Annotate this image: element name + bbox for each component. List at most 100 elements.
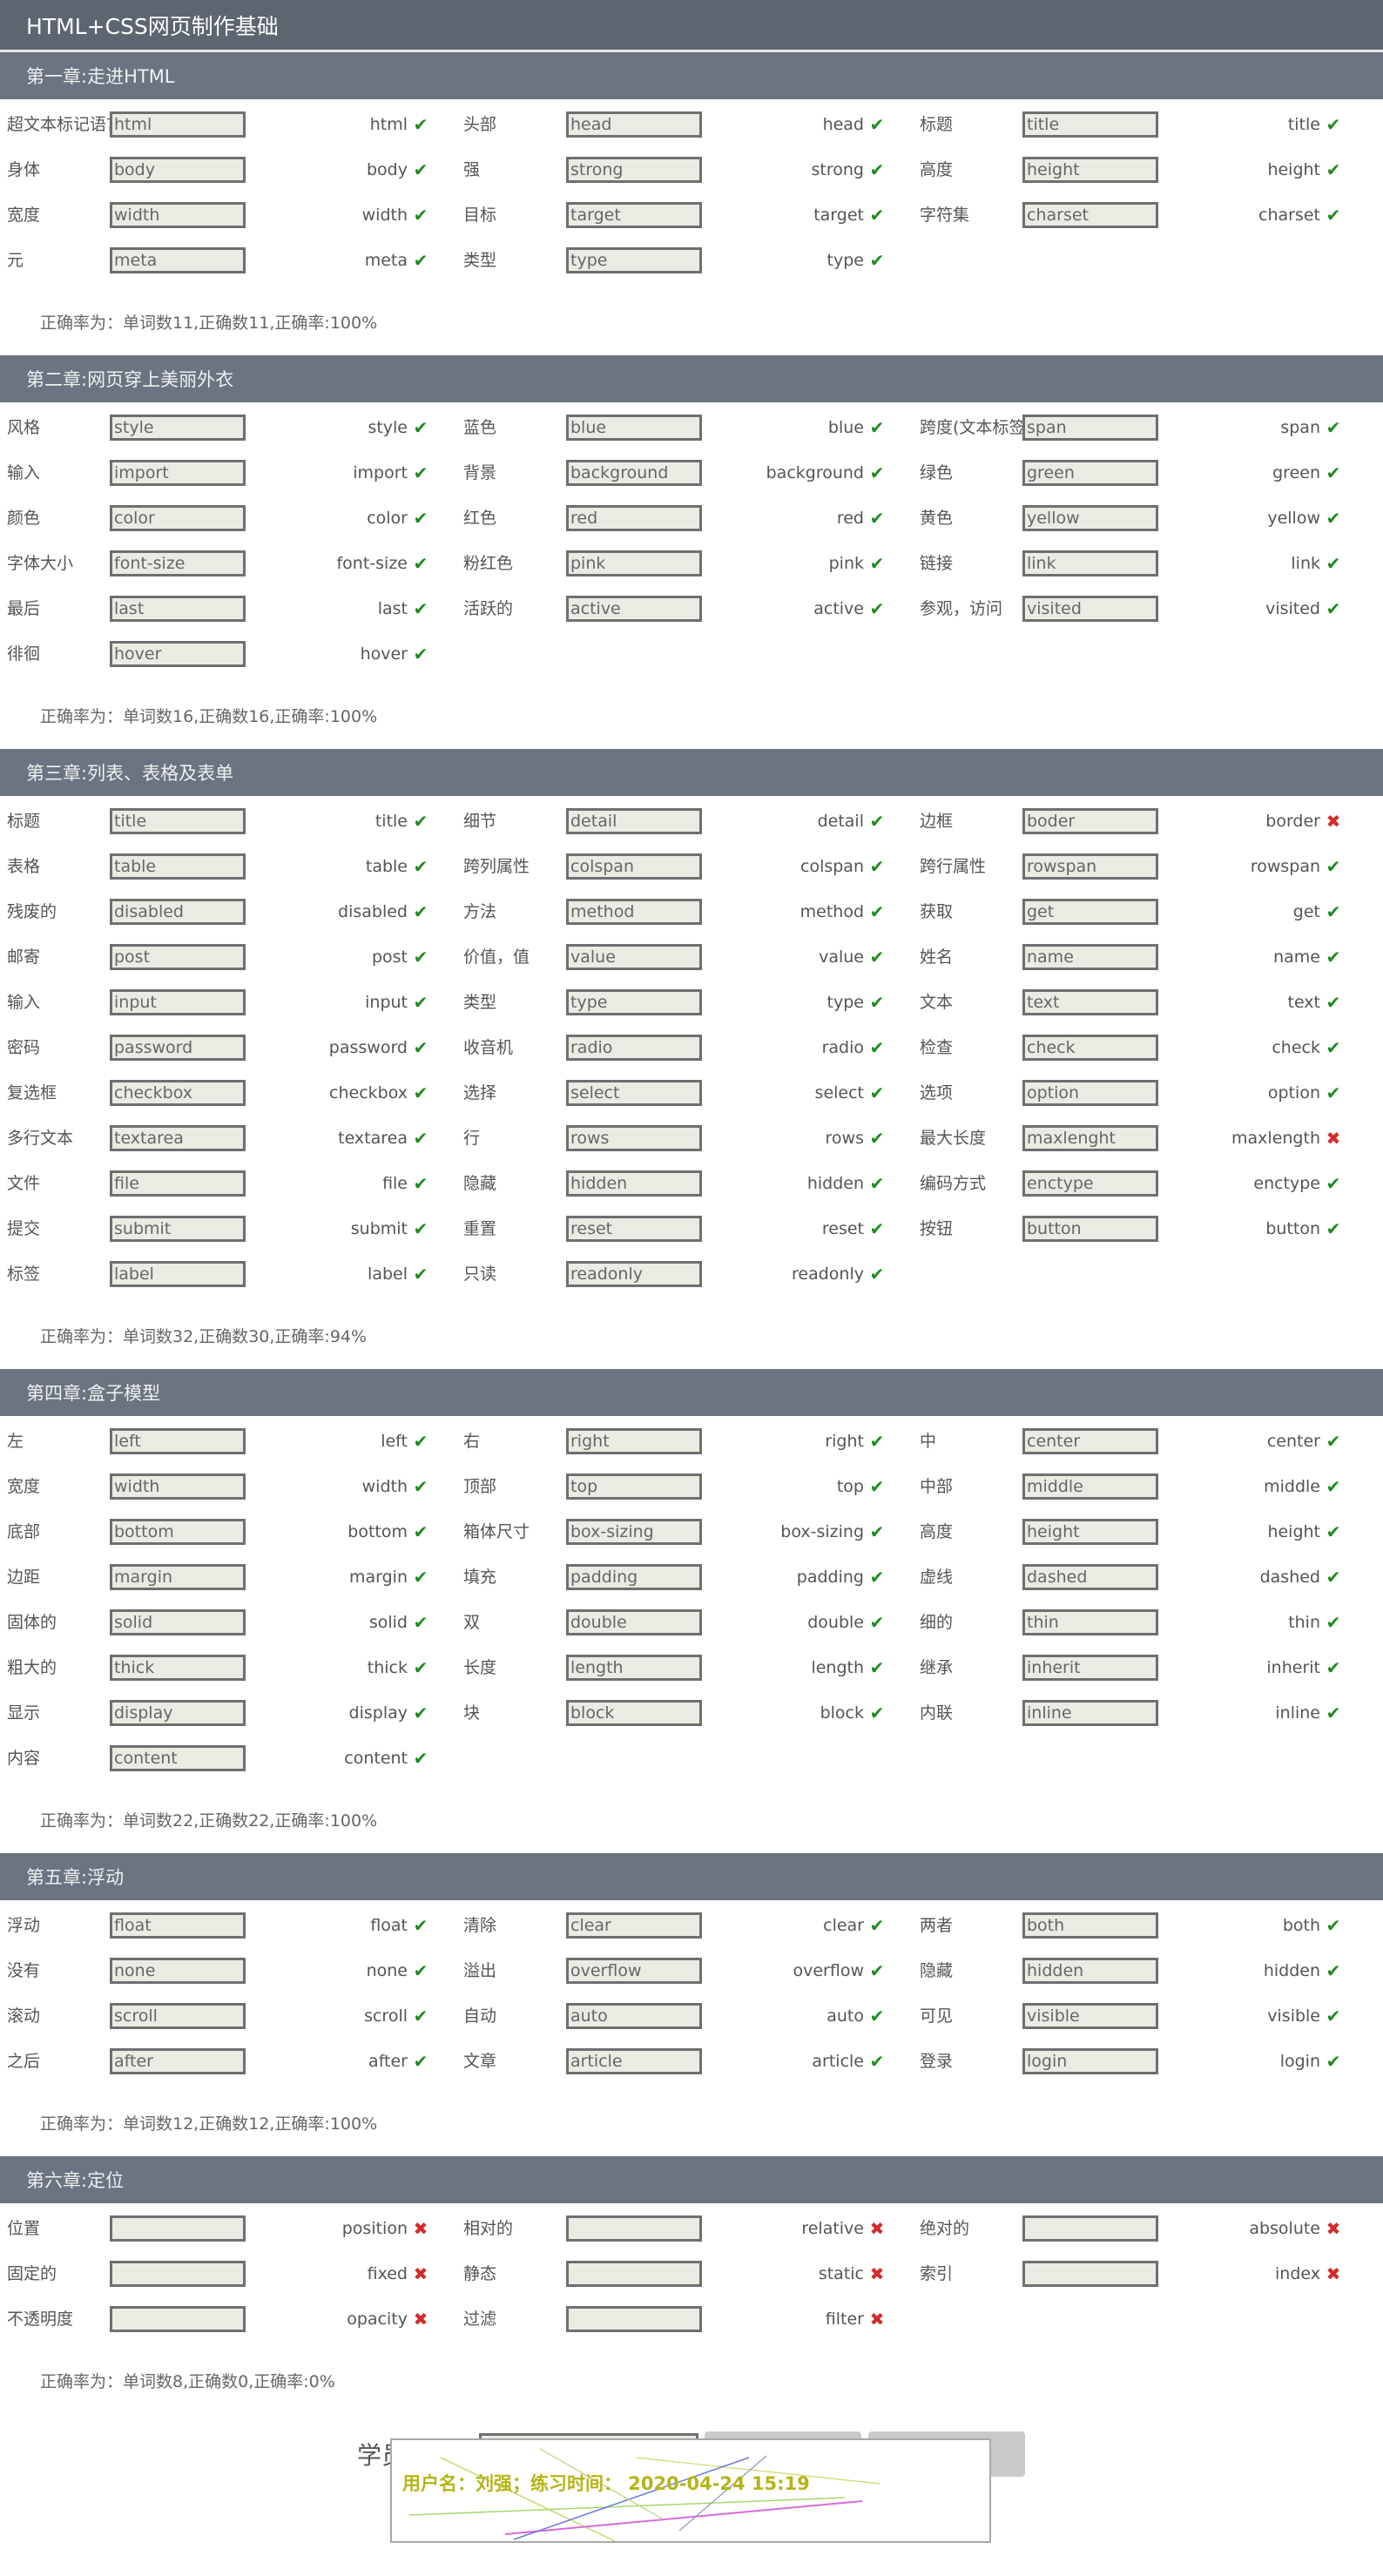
word-answer-input[interactable] [566, 1473, 702, 1500]
word-answer-input[interactable] [566, 2306, 702, 2332]
word-answer-input[interactable] [566, 853, 702, 880]
word-answer-input[interactable] [1022, 2215, 1158, 2242]
word-answer-input[interactable] [566, 1170, 702, 1197]
word-answer-input[interactable] [1022, 202, 1158, 228]
word-answer-input[interactable] [1022, 853, 1158, 880]
word-answer-input[interactable] [110, 641, 246, 667]
word-answer-input[interactable] [110, 247, 246, 273]
word-answer-input[interactable] [566, 989, 702, 1015]
word-answer-input[interactable] [110, 460, 246, 486]
word-answer-input[interactable] [110, 1655, 246, 1681]
word-answer-input[interactable] [566, 1609, 702, 1635]
word-answer-input[interactable] [1022, 2003, 1158, 2029]
word-answer-input[interactable] [110, 550, 246, 577]
word-answer-input[interactable] [110, 596, 246, 622]
word-answer-input[interactable] [110, 1958, 246, 1984]
word-answer-input[interactable] [1022, 944, 1158, 970]
word-answer-input[interactable] [110, 1912, 246, 1939]
word-answer-input[interactable] [1022, 2261, 1158, 2287]
word-answer-input[interactable] [110, 1035, 246, 1061]
word-answer-input[interactable] [1022, 1655, 1158, 1681]
word-answer-input[interactable] [1022, 1216, 1158, 1242]
word-answer-input[interactable] [1022, 1564, 1158, 1590]
word-answer-input[interactable] [1022, 1035, 1158, 1061]
word-answer-input[interactable] [566, 1080, 702, 1106]
word-answer-input[interactable] [110, 1080, 246, 1106]
word-answer-input[interactable] [566, 2048, 702, 2074]
word-answer-input[interactable] [1022, 460, 1158, 486]
word-answer-input[interactable] [566, 1261, 702, 1287]
word-answer-input[interactable] [1022, 1473, 1158, 1500]
word-answer-input[interactable] [566, 2215, 702, 2242]
word-answer-input[interactable] [110, 1700, 246, 1726]
word-answer-input[interactable] [1022, 1170, 1158, 1197]
word-answer-input[interactable] [1022, 157, 1158, 183]
word-answer-input[interactable] [110, 989, 246, 1015]
word-answer-input[interactable] [1022, 1609, 1158, 1635]
word-answer-input[interactable] [110, 2306, 246, 2332]
word-answer-input[interactable] [110, 202, 246, 228]
word-answer-input[interactable] [566, 2003, 702, 2029]
word-answer-input[interactable] [566, 808, 702, 834]
word-answer-input[interactable] [566, 460, 702, 486]
word-answer-input[interactable] [1022, 1080, 1158, 1106]
word-answer-input[interactable] [110, 1745, 246, 1771]
word-answer-input[interactable] [1022, 1958, 1158, 1984]
word-answer-input[interactable] [1022, 989, 1158, 1015]
word-answer-input[interactable] [110, 157, 246, 183]
word-answer-input[interactable] [566, 1125, 702, 1151]
word-answer-input[interactable] [566, 1655, 702, 1681]
word-answer-input[interactable] [566, 2261, 702, 2287]
word-answer-input[interactable] [110, 1564, 246, 1590]
word-answer-input[interactable] [1022, 1125, 1158, 1151]
word-answer-input[interactable] [566, 1519, 702, 1545]
word-answer-input[interactable] [110, 2048, 246, 2074]
word-answer-input[interactable] [566, 1700, 702, 1726]
word-answer-input[interactable] [566, 157, 702, 183]
word-answer-input[interactable] [110, 1428, 246, 1454]
word-answer-input[interactable] [1022, 899, 1158, 925]
word-answer-input[interactable] [110, 1473, 246, 1500]
word-answer-input[interactable] [566, 247, 702, 273]
word-answer-input[interactable] [110, 899, 246, 925]
word-answer-input[interactable] [566, 111, 702, 138]
word-answer-input[interactable] [110, 2215, 246, 2242]
word-answer-input[interactable] [1022, 1519, 1158, 1545]
word-answer-input[interactable] [566, 1912, 702, 1939]
word-answer-input[interactable] [110, 2003, 246, 2029]
word-answer-input[interactable] [1022, 808, 1158, 834]
word-answer-input[interactable] [566, 596, 702, 622]
word-answer-input[interactable] [566, 1958, 702, 1984]
word-answer-input[interactable] [566, 202, 702, 228]
word-answer-input[interactable] [1022, 415, 1158, 441]
word-answer-input[interactable] [110, 1216, 246, 1242]
word-answer-input[interactable] [566, 415, 702, 441]
word-answer-input[interactable] [1022, 2048, 1158, 2074]
word-answer-input[interactable] [1022, 1428, 1158, 1454]
word-answer-input[interactable] [566, 899, 702, 925]
word-answer-input[interactable] [566, 1035, 702, 1061]
word-answer-input[interactable] [110, 1170, 246, 1197]
word-answer-input[interactable] [566, 1216, 702, 1242]
word-answer-input[interactable] [110, 1125, 246, 1151]
word-answer-input[interactable] [110, 1519, 246, 1545]
word-answer-input[interactable] [566, 1564, 702, 1590]
word-answer-input[interactable] [1022, 1700, 1158, 1726]
word-answer-input[interactable] [1022, 505, 1158, 531]
word-answer-input[interactable] [1022, 596, 1158, 622]
word-answer-input[interactable] [110, 415, 246, 441]
word-answer-input[interactable] [566, 944, 702, 970]
word-answer-input[interactable] [110, 2261, 246, 2287]
word-answer-input[interactable] [110, 808, 246, 834]
word-answer-input[interactable] [1022, 111, 1158, 138]
word-answer-input[interactable] [110, 505, 246, 531]
word-answer-input[interactable] [110, 1261, 246, 1287]
word-answer-input[interactable] [110, 1609, 246, 1635]
word-answer-input[interactable] [566, 1428, 702, 1454]
word-answer-input[interactable] [1022, 1912, 1158, 1939]
word-answer-input[interactable] [110, 853, 246, 880]
word-answer-input[interactable] [110, 944, 246, 970]
word-answer-input[interactable] [566, 550, 702, 577]
word-answer-input[interactable] [1022, 550, 1158, 577]
word-answer-input[interactable] [566, 505, 702, 531]
